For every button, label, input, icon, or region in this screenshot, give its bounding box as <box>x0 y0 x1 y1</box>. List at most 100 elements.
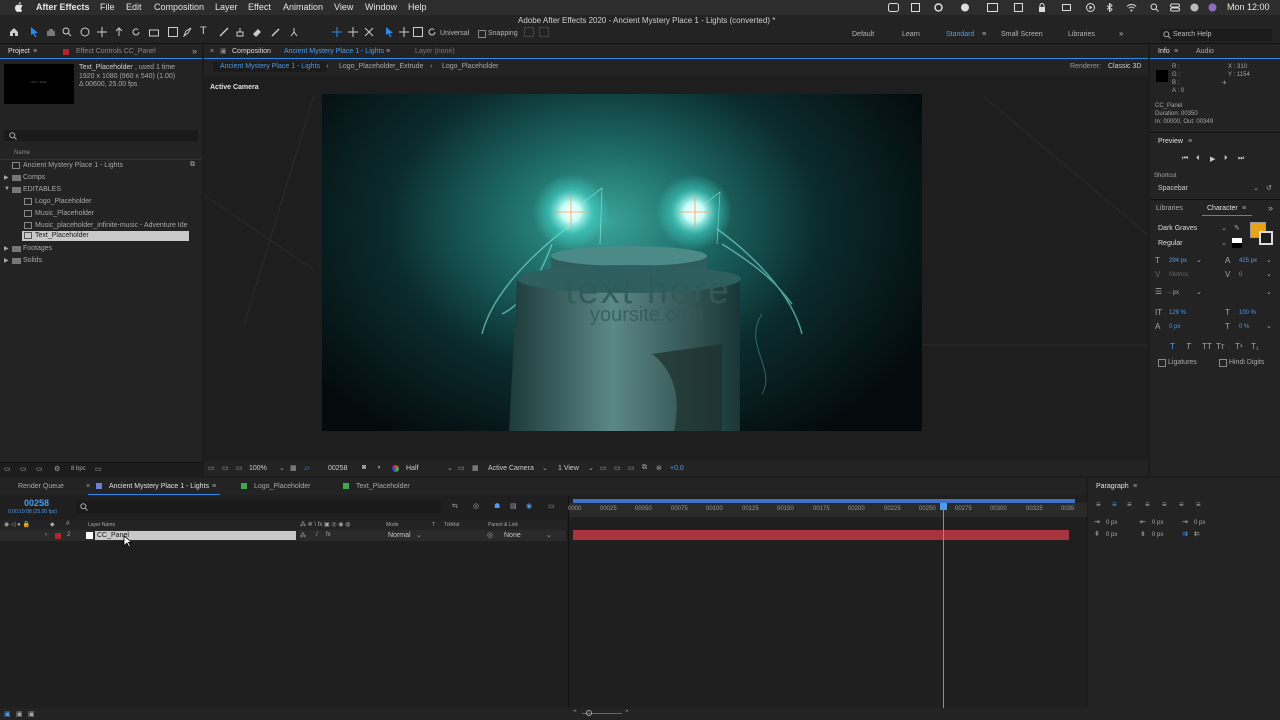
project-search-field[interactable] <box>4 130 198 141</box>
font-family-select[interactable]: Dark Graves <box>1158 225 1197 232</box>
list-item[interactable]: ▶ Comps <box>0 172 202 183</box>
apple-menu[interactable] <box>14 2 23 12</box>
menu-view[interactable]: View <box>334 2 353 12</box>
snap-icon-2[interactable] <box>539 27 549 37</box>
draft-3d-icon[interactable]: ◎ <box>473 502 479 510</box>
toggle-pixel-icon[interactable]: ▭ <box>600 464 607 472</box>
preview-menu-icon[interactable]: ≡ <box>1188 138 1192 145</box>
transparency-grid-icon[interactable]: ▦ <box>472 464 479 472</box>
flowchart-icon[interactable]: ⧉ <box>642 464 647 472</box>
expand-layer-icon[interactable]: › <box>45 532 47 538</box>
quality-switch-icon[interactable]: / <box>316 532 318 538</box>
eraser-tool-icon[interactable] <box>252 27 262 37</box>
screen-icon[interactable] <box>987 3 998 12</box>
mask-visibility-icon[interactable]: ▱ <box>304 464 309 472</box>
motion-blur-icon[interactable]: ◉ <box>526 502 532 510</box>
ltr-direction-icon[interactable]: ⇉ <box>1182 530 1188 538</box>
resolution-value[interactable]: Half <box>406 465 418 472</box>
timeline-menu-icon[interactable]: ≡ <box>212 483 216 490</box>
list-item[interactable]: Music_Placeholder <box>0 208 202 219</box>
universal-label[interactable]: Universal <box>440 30 469 37</box>
graph-editor-icon[interactable]: ▭ <box>548 502 555 510</box>
pen-tool-icon[interactable] <box>183 27 193 37</box>
selection-tool-icon[interactable] <box>30 27 39 37</box>
delete-icon[interactable]: ▭ <box>95 465 102 473</box>
zoom-in-icon[interactable]: ⌃ <box>624 709 630 717</box>
dolly-tool-icon[interactable] <box>114 27 124 37</box>
list-item[interactable]: Music_placeholder_infinite-music - Adven… <box>0 220 202 231</box>
kerning-value[interactable]: Metrics <box>1169 272 1188 278</box>
layer-switches-toggle-icon[interactable]: ▣ <box>4 710 11 718</box>
tab-project[interactable]: Project <box>8 48 30 55</box>
panel-expand-icon[interactable]: » <box>1268 203 1273 213</box>
control-center-icon[interactable] <box>1170 3 1180 12</box>
close-tab-icon[interactable]: × <box>210 48 214 55</box>
black-swatch[interactable] <box>1232 243 1242 248</box>
selected-item-name[interactable]: Text_Placeholder <box>79 64 133 71</box>
t-header[interactable]: T <box>432 522 435 528</box>
workspace-small-screen[interactable]: Small Screen <box>1001 31 1043 38</box>
chevron-down-icon[interactable]: ⌄ <box>1266 288 1272 296</box>
zoom-slider-thumb[interactable] <box>586 710 592 716</box>
list-item[interactable]: ▶ Footages <box>0 243 202 254</box>
bit-depth-label[interactable]: 8 bpc <box>71 466 86 472</box>
in-out-toggle-icon[interactable]: ▣ <box>28 710 35 718</box>
chevron-down-icon[interactable]: ⌄ <box>1266 256 1272 264</box>
siri-icon[interactable] <box>1208 3 1217 12</box>
view-layout-value[interactable]: 1 View <box>558 465 579 472</box>
viewer-canvas[interactable]: text here yoursite.com <box>322 94 922 431</box>
blend-mode-select[interactable]: Normal <box>388 532 411 539</box>
small-caps-icon[interactable]: Tт <box>1216 342 1225 351</box>
status-icon-1[interactable] <box>911 3 920 12</box>
bluetooth-icon[interactable] <box>1106 3 1113 12</box>
av-features-icons[interactable]: ◉ ◁ ● 🔒 <box>4 521 30 528</box>
tab-preview[interactable]: Preview <box>1158 138 1183 145</box>
tab-effect-controls[interactable]: Effect Controls CC_Panel <box>76 48 156 55</box>
horizontal-scale-value[interactable]: 100 % <box>1239 310 1256 316</box>
magnification-icon[interactable]: ▭ <box>222 464 229 472</box>
parent-header[interactable]: Parent & Link <box>488 522 518 528</box>
gear-status-icon[interactable] <box>934 3 943 12</box>
layer-search-field[interactable] <box>76 501 441 513</box>
tab-audio[interactable]: Audio <box>1196 48 1214 55</box>
creative-cloud-icon[interactable] <box>888 3 899 12</box>
composition-tab-name[interactable]: Ancient Mystery Place 1 - Lights <box>284 48 384 55</box>
layer-label-color[interactable] <box>55 533 61 539</box>
collapse-arrow-icon[interactable]: ▼ <box>4 186 10 192</box>
workspace-libraries[interactable]: Libraries <box>1068 31 1095 38</box>
panel-expand-icon[interactable]: » <box>192 46 197 56</box>
leading-value[interactable]: 425 px <box>1239 258 1257 264</box>
camera-view-value[interactable]: Active Camera <box>488 465 534 472</box>
chevron-down-icon[interactable]: ⌄ <box>1196 288 1202 296</box>
orbit-tool-icon[interactable] <box>80 27 90 37</box>
brush-tool-icon[interactable] <box>219 27 229 37</box>
project-menu-icon[interactable]: ≡ <box>33 48 37 55</box>
window-icon[interactable] <box>1062 3 1071 12</box>
tab-render-queue[interactable]: Render Queue <box>18 483 64 490</box>
composition-tab-prefix[interactable]: Composition <box>232 48 271 55</box>
previous-frame-icon[interactable]: ⏴ <box>1196 155 1200 163</box>
scale-icon[interactable] <box>413 27 423 37</box>
tab-layer[interactable]: Layer (none) <box>415 48 455 55</box>
justify-center-icon[interactable]: ≡ <box>1162 500 1167 509</box>
chevron-down-icon[interactable]: ⌄ <box>447 464 453 472</box>
lock-icon[interactable]: ▣ <box>220 47 227 55</box>
shy-layers-icon[interactable]: ☗ <box>494 502 500 510</box>
interpret-footage-icon[interactable]: ▭ <box>4 465 11 473</box>
number-column-header[interactable]: # <box>66 521 69 527</box>
close-tab-icon[interactable]: × <box>86 483 90 490</box>
indent-left-value[interactable]: 0 px <box>1106 520 1117 526</box>
font-style-select[interactable]: Regular <box>1158 240 1183 247</box>
chevron-down-icon[interactable]: ⌄ <box>1266 270 1272 278</box>
search-status-icon[interactable] <box>1150 3 1159 12</box>
menu-window[interactable]: Window <box>365 2 397 12</box>
justify-left-icon[interactable]: ≡ <box>1145 500 1150 509</box>
chevron-down-icon[interactable]: ⌄ <box>416 531 422 539</box>
chevron-down-icon[interactable]: ⌄ <box>1253 184 1259 192</box>
playhead[interactable] <box>943 503 945 708</box>
always-preview-icon[interactable]: ▭ <box>208 464 215 472</box>
project-settings-icon[interactable]: ⚙ <box>54 465 60 473</box>
search-help-field[interactable]: Search Help <box>1160 29 1272 41</box>
rectangle-tool-icon[interactable] <box>168 27 178 37</box>
parent-select[interactable]: None <box>504 532 521 539</box>
